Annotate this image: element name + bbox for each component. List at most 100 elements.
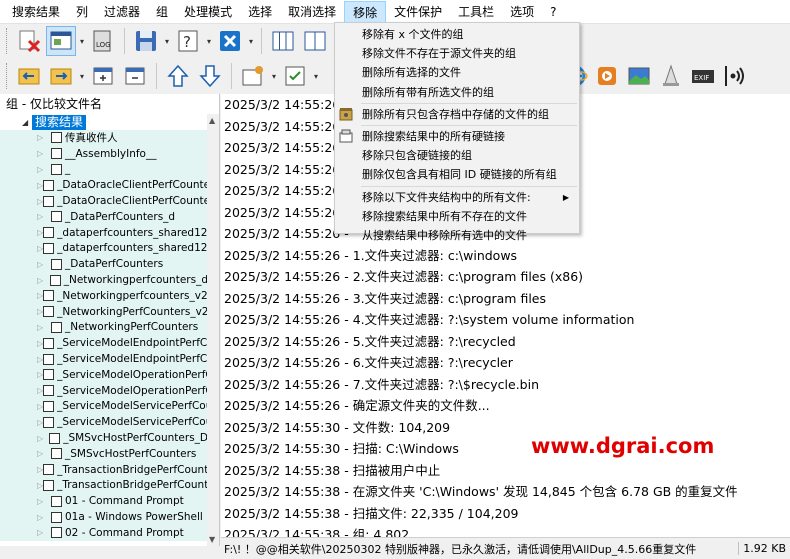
menu-option[interactable]: 移除只包含硬链接的组: [335, 146, 579, 165]
checkbox[interactable]: [51, 448, 62, 460]
checkbox[interactable]: [49, 274, 61, 286]
delete-files-button[interactable]: [14, 26, 44, 56]
settings-dropdown[interactable]: ▾: [270, 61, 278, 91]
columns-button[interactable]: [268, 26, 298, 56]
tree-node[interactable]: ▷ _ServiceModelServicePerfCount: [0, 398, 208, 415]
menu-item[interactable]: 取消选择: [280, 1, 344, 23]
save-dropdown[interactable]: ▾: [163, 26, 171, 56]
expand-button[interactable]: [88, 61, 118, 91]
menu-option[interactable]: 从搜索结果中移除所有选中的文件: [335, 226, 579, 245]
tree-node[interactable]: ▷ _NetworkingPerfCounters_v2: [0, 303, 208, 320]
tree-root[interactable]: ◢ 搜索结果: [0, 114, 208, 130]
collapse-button[interactable]: [120, 61, 150, 91]
menu-item[interactable]: 工具栏: [450, 1, 502, 23]
menu-item[interactable]: ?: [542, 1, 564, 23]
menu-option[interactable]: 移除文件不存在于源文件夹的组: [335, 44, 579, 63]
toolbar-grip[interactable]: [6, 63, 9, 89]
menu-option[interactable]: 删除仅包含具有相同 ID 硬链接的所有组: [335, 165, 579, 184]
columns-alt-button[interactable]: [300, 26, 330, 56]
tree-node[interactable]: ▷ _: [0, 161, 208, 178]
tree-node[interactable]: ▷ _TransactionBridgePerfCounters: [0, 461, 208, 478]
checkbox[interactable]: [43, 416, 55, 428]
menu-item[interactable]: 列: [68, 1, 96, 23]
menu-option[interactable]: 删除搜索结果中的所有硬链接: [335, 127, 579, 146]
checkbox[interactable]: [43, 195, 55, 207]
vlc-button[interactable]: [656, 61, 686, 91]
tree-node[interactable]: ▷ _ServiceModelOperationPerfCo: [0, 382, 208, 399]
menu-option[interactable]: 移除搜索结果中所有不存在的文件: [335, 207, 579, 226]
checkbox[interactable]: [51, 527, 62, 539]
checkbox[interactable]: [43, 353, 55, 365]
expand-arrow-icon[interactable]: ▷: [37, 513, 51, 522]
expand-arrow-icon[interactable]: ◢: [22, 118, 32, 127]
menu-item[interactable]: 移除: [344, 0, 387, 23]
tree-node[interactable]: ▷_dataperfcounters_shared12_ne: [0, 224, 208, 241]
expand-arrow-icon[interactable]: ▷: [37, 260, 51, 269]
menu-option[interactable]: 删除所有只包含存档中存储的文件的组: [335, 105, 579, 124]
view-mode-dropdown[interactable]: ▾: [78, 26, 86, 56]
close-button[interactable]: [215, 26, 245, 56]
menu-option[interactable]: 删除所有带有所选文件的组: [335, 83, 579, 102]
scroll-up-icon[interactable]: ▲: [209, 116, 215, 125]
checkbox[interactable]: [43, 290, 55, 302]
help-button[interactable]: ?: [173, 26, 203, 56]
move-dropdown[interactable]: ▾: [78, 61, 86, 91]
checkbox[interactable]: [51, 132, 62, 144]
tree-node[interactable]: ▷ _ServiceModelOperationPerfCo: [0, 366, 208, 383]
expand-arrow-icon[interactable]: ▷: [37, 165, 51, 174]
down-button[interactable]: [195, 61, 225, 91]
save-button[interactable]: [131, 26, 161, 56]
menu-option[interactable]: 移除有 x 个文件的组: [335, 25, 579, 44]
expand-arrow-icon[interactable]: ▷: [37, 528, 51, 537]
checkbox[interactable]: [43, 479, 55, 491]
checkbox[interactable]: [51, 495, 62, 507]
checkbox[interactable]: [49, 432, 61, 444]
tree-node[interactable]: ▷ _SMSvcHostPerfCounters_D: [0, 430, 208, 446]
checkbox[interactable]: [43, 337, 55, 349]
tree-node[interactable]: ▷ _Networkingperfcounters_v2_d: [0, 287, 208, 304]
move-right-button[interactable]: [46, 61, 76, 91]
menu-item[interactable]: 组: [148, 1, 176, 23]
checkbox[interactable]: [51, 511, 62, 523]
tree-node[interactable]: ▷ _TransactionBridgePerfCounters: [0, 477, 208, 494]
tree-root-label[interactable]: 搜索结果: [32, 114, 87, 130]
audio-button[interactable]: [720, 61, 750, 91]
tree-node[interactable]: ▷ 01a - Windows PowerShell: [0, 509, 208, 525]
expand-arrow-icon[interactable]: ▷: [37, 497, 51, 506]
expand-arrow-icon[interactable]: ▷: [37, 149, 51, 158]
tree-node[interactable]: ▷ _ServiceModelEndpointPerfCou: [0, 351, 208, 367]
tree-vertical-scrollbar[interactable]: ▲ ▼: [207, 114, 219, 546]
tree-node[interactable]: ▷ _ServiceModelEndpointPerfCou: [0, 335, 208, 352]
help-dropdown[interactable]: ▾: [205, 26, 213, 56]
menu-option[interactable]: 移除以下文件夹结构中的所有文件: ▶: [335, 188, 579, 207]
checkbox[interactable]: [43, 369, 55, 381]
checkbox[interactable]: [51, 163, 62, 175]
menu-item[interactable]: 文件保护: [386, 1, 450, 23]
tree-node[interactable]: ▷_DataOracleClientPerfCounters_: [0, 193, 208, 209]
image-viewer-button[interactable]: [624, 61, 654, 91]
checkbox[interactable]: [51, 211, 62, 223]
tree-node[interactable]: ▷ _NetworkingPerfCounters: [0, 319, 208, 336]
settings-button[interactable]: [238, 61, 268, 91]
checkbox[interactable]: [43, 242, 55, 254]
checkbox[interactable]: [51, 258, 62, 270]
checklist-button[interactable]: [280, 61, 310, 91]
tree-node[interactable]: ▷ _Networkingperfcounters_d: [0, 272, 208, 288]
expand-arrow-icon[interactable]: ▷: [37, 323, 51, 332]
toolbar-grip[interactable]: [6, 28, 9, 54]
checkbox[interactable]: [43, 179, 55, 191]
tree-node[interactable]: ▷ 传真收件人: [0, 130, 208, 146]
log-button[interactable]: LOG: [88, 26, 118, 56]
menu-item[interactable]: 选择: [240, 1, 280, 23]
tree-node[interactable]: ▷_dataperfcounters_shared12_ne: [0, 240, 208, 257]
up-button[interactable]: [163, 61, 193, 91]
group-tree[interactable]: ◢ 搜索结果 ▷ 传真收件人 ▷ __AssemblyInfo__ ▷ _ ▷ _DataOr…: [0, 114, 208, 546]
move-left-button[interactable]: [14, 61, 44, 91]
close-dropdown[interactable]: ▾: [247, 26, 255, 56]
checkbox[interactable]: [43, 464, 55, 476]
tree-node[interactable]: ▷ _DataPerfCounters: [0, 256, 208, 273]
checkbox[interactable]: [51, 148, 62, 160]
menu-option[interactable]: 删除所有选择的文件: [335, 63, 579, 82]
media-player-button[interactable]: [592, 61, 622, 91]
scroll-down-icon[interactable]: ▼: [209, 535, 215, 544]
